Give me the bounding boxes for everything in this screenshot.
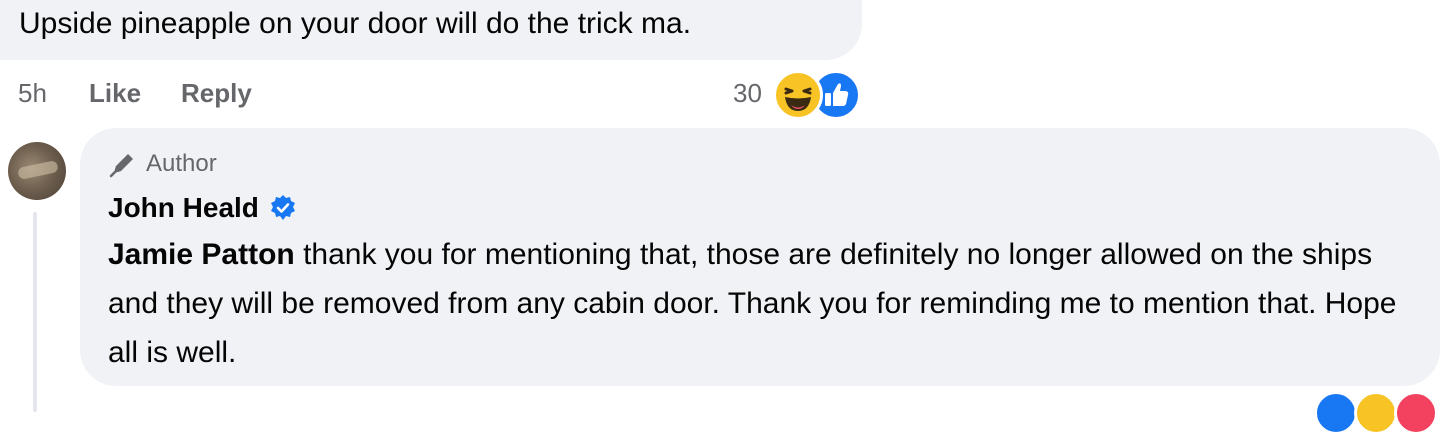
pen-icon bbox=[109, 154, 133, 178]
like-button[interactable]: Like bbox=[89, 75, 141, 111]
author-badge: Author bbox=[108, 146, 217, 182]
thread-connector-line bbox=[33, 212, 37, 412]
haha-icon[interactable] bbox=[773, 70, 823, 120]
like-icon[interactable] bbox=[1314, 391, 1358, 435]
comment-timestamp[interactable]: 5h bbox=[18, 75, 47, 111]
reply-button[interactable]: Reply bbox=[181, 75, 252, 111]
reaction-count[interactable]: 30 bbox=[733, 75, 762, 111]
avatar[interactable] bbox=[8, 142, 66, 200]
reply-header: John Heald bbox=[108, 189, 297, 227]
love-icon[interactable] bbox=[1394, 391, 1438, 435]
haha-icon[interactable] bbox=[1354, 391, 1398, 435]
comment-text: Upside pineapple on your door will do th… bbox=[19, 7, 692, 40]
verified-badge-icon bbox=[270, 195, 295, 220]
author-name[interactable]: John Heald bbox=[108, 192, 259, 224]
mention-link[interactable]: Jamie Patton bbox=[108, 238, 295, 271]
reply-body: thank you for mentioning that, those are… bbox=[108, 238, 1397, 369]
author-badge-label: Author bbox=[146, 150, 217, 177]
reply-text: Jamie Patton thank you for mentioning th… bbox=[108, 230, 1408, 377]
